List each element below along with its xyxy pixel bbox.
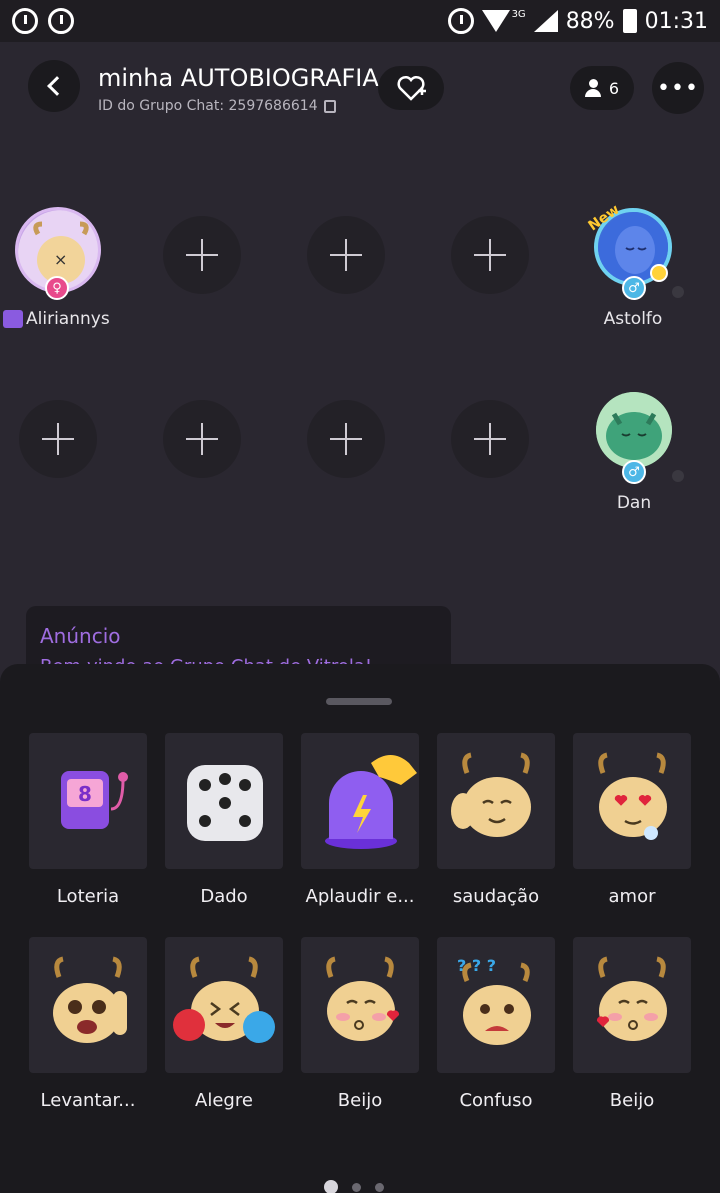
- sticker-tile[interactable]: [573, 733, 691, 869]
- sticker-tile[interactable]: ? ? ?: [437, 937, 555, 1073]
- empty-seat[interactable]: [163, 400, 241, 478]
- female-badge-icon: ♀: [45, 276, 69, 300]
- sticker-label: Beijo: [609, 1090, 655, 1111]
- empty-seat[interactable]: [451, 400, 529, 478]
- deer-raise-hand-icon: [53, 956, 127, 1043]
- sticker-label: Dado: [200, 886, 248, 907]
- sticker-tile[interactable]: [301, 937, 419, 1073]
- empty-seat[interactable]: [163, 216, 241, 294]
- page-dot-active[interactable]: [324, 1180, 338, 1193]
- plus-icon: [474, 423, 506, 455]
- deer-wave-icon: [451, 752, 531, 837]
- empty-seat[interactable]: [451, 216, 529, 294]
- deer-confused-icon: ? ? ?: [457, 956, 531, 1045]
- alarm-icon: [12, 8, 38, 34]
- male-badge-icon: ♂: [622, 460, 646, 484]
- mic-off-icon: [672, 286, 684, 298]
- plus-icon: [330, 423, 362, 455]
- user-avatar-dan[interactable]: [596, 392, 672, 468]
- mic-off-icon: [672, 470, 684, 482]
- page-dot[interactable]: [375, 1182, 384, 1192]
- announcement-title: Anúncio: [40, 624, 121, 648]
- plus-icon: [330, 239, 362, 271]
- seat-name: Dan: [616, 493, 652, 513]
- back-button[interactable]: [28, 60, 80, 112]
- sticker-tile[interactable]: [29, 937, 147, 1073]
- empty-seat[interactable]: [19, 400, 97, 478]
- wifi-icon: [481, 10, 510, 32]
- status-bar: 3G 88% 01:31: [0, 0, 720, 42]
- person-icon: [584, 79, 601, 97]
- empty-seat[interactable]: [307, 400, 385, 478]
- sticker-label: Alegre: [195, 1090, 253, 1111]
- male-badge-icon: ♂: [622, 276, 646, 300]
- page-indicator: [324, 1180, 384, 1193]
- deer-kiss-icon: [596, 956, 667, 1041]
- clock: 01:31: [644, 8, 708, 34]
- chevron-left-icon: [47, 76, 67, 96]
- chat-title: minha AUTOBIOGRAFIA: [98, 64, 379, 92]
- empty-seat[interactable]: [307, 216, 385, 294]
- alarm-icon: [48, 8, 74, 34]
- chat-id-text: ID do Grupo Chat: 2597686614: [98, 98, 318, 114]
- deer-kiss-icon: [326, 956, 400, 1041]
- sticker-tile[interactable]: [437, 733, 555, 869]
- member-count: 6: [608, 78, 620, 98]
- plus-icon: [186, 423, 218, 455]
- clap-button-icon: [325, 755, 417, 849]
- page-dot[interactable]: [352, 1182, 361, 1192]
- sticker-label: amor: [608, 886, 656, 907]
- chat-header: minha AUTOBIOGRAFIA ID do Grupo Chat: 25…: [0, 60, 720, 120]
- battery-percent: 88%: [565, 8, 615, 34]
- lemon-icon: [650, 264, 668, 282]
- slot-machine-icon: 8: [61, 771, 128, 829]
- sticker-tile[interactable]: [165, 733, 283, 869]
- more-options-button[interactable]: •••: [652, 62, 704, 114]
- sticker-tile[interactable]: [301, 733, 419, 869]
- dice-icon: [187, 765, 263, 841]
- sticker-tile[interactable]: [165, 937, 283, 1073]
- plus-icon: [186, 239, 218, 271]
- sticker-label: Confuso: [459, 1090, 533, 1111]
- seat-name: Aliriannys: [26, 309, 110, 329]
- sticker-tile[interactable]: 8: [29, 733, 147, 869]
- heart-plus-icon: [397, 75, 426, 101]
- sticker-label: Levantar...: [40, 1090, 136, 1111]
- sticker-tile[interactable]: [573, 937, 691, 1073]
- svg-text:8: 8: [78, 782, 92, 806]
- copy-icon[interactable]: [323, 99, 336, 113]
- deer-love-icon: [598, 752, 667, 840]
- seat-name: Astolfo: [603, 309, 663, 329]
- deer-cheer-icon: [173, 956, 275, 1043]
- alarm-icon: [447, 8, 474, 34]
- signal-icon: [533, 10, 558, 32]
- sticker-label: Aplaudir e...: [305, 886, 415, 907]
- sticker-sheet: 8 Loteria Dado Aplaudir e... saudação am…: [0, 664, 720, 1193]
- monster-avatar-icon: [596, 392, 672, 468]
- network-type: 3G: [511, 8, 526, 20]
- sticker-label: Beijo: [337, 1090, 383, 1111]
- chat-id: ID do Grupo Chat: 2597686614: [98, 98, 336, 114]
- sticker-label: saudação: [452, 886, 540, 907]
- plus-icon: [474, 239, 506, 271]
- sticker-label: Loteria: [56, 886, 120, 907]
- battery-icon: [622, 9, 637, 33]
- plus-icon: [42, 423, 74, 455]
- sheet-drag-handle[interactable]: [326, 698, 392, 705]
- svg-text:×: ×: [54, 250, 67, 269]
- members-button[interactable]: 6: [570, 66, 634, 110]
- follow-button[interactable]: [378, 66, 444, 110]
- more-dots-icon: •••: [657, 75, 699, 101]
